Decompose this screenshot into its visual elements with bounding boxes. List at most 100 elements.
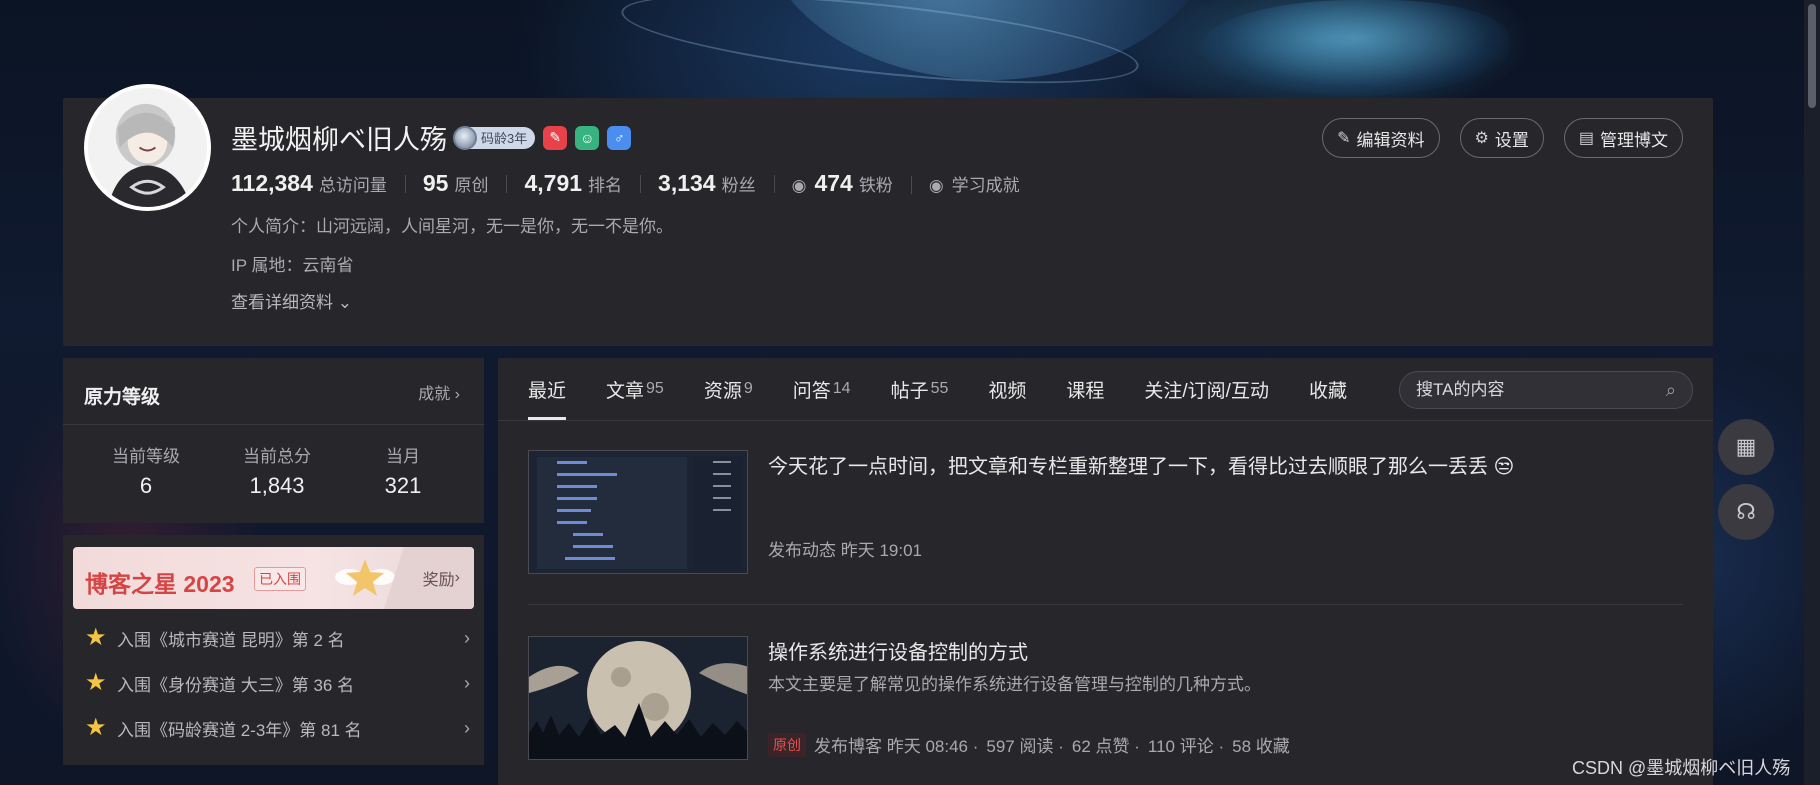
search-box: ⌕ (1399, 371, 1693, 409)
star-icon: ★ (85, 669, 107, 696)
tab-courses[interactable]: 课程 (1066, 358, 1104, 420)
stat-label: 原创 (454, 176, 489, 195)
edit-profile-button[interactable]: ✎ 编辑资料 (1322, 118, 1440, 158)
stat-iron-fans[interactable]: ◉ 474 铁粉 (773, 170, 911, 197)
edit-profile-label: 编辑资料 (1356, 130, 1425, 150)
stat-visits[interactable]: 112,384 总访问量 (231, 170, 405, 197)
tab-posts[interactable]: 帖子 55 (891, 358, 949, 420)
chevron-right-icon: › (464, 717, 470, 738)
tab-articles[interactable]: 文章 95 (606, 358, 664, 420)
edit-icon: ✎ (1337, 130, 1351, 147)
level-col-label: 当月 (386, 447, 420, 466)
eye-icon: ◉ (928, 176, 944, 195)
divider (498, 420, 1713, 421)
tab-follow[interactable]: 关注/订阅/互动 (1144, 358, 1269, 420)
reward-label: 奖励 (422, 572, 455, 589)
tab-label: 文章 (606, 380, 645, 402)
scrollbar-thumb[interactable] (1808, 4, 1816, 108)
post-favorites: 58 收藏 (1232, 737, 1290, 756)
chevron-right-icon: › (454, 569, 460, 586)
manage-posts-label: 管理博文 (1600, 130, 1668, 150)
award-item[interactable]: ★ 入围《码龄赛道 2-3年》第 81 名 › (85, 713, 470, 743)
tab-videos[interactable]: 视频 (988, 358, 1026, 420)
male-icon[interactable]: ♂ (607, 125, 632, 150)
green-badge-icon[interactable]: ☺ (575, 125, 600, 150)
post-thumbnail[interactable] (528, 636, 748, 760)
stat-rank[interactable]: 4,791 排名 (506, 170, 640, 197)
stat-value: 3,134 (658, 170, 716, 196)
page-scrollbar[interactable] (1804, 0, 1820, 785)
manage-posts-button[interactable]: ▤ 管理博文 (1563, 118, 1683, 158)
search-icon[interactable]: ⌕ (1666, 380, 1676, 401)
name-row: 墨城烟柳ベ旧人殇 码龄3年 ✎ ☺ ♂ (231, 118, 632, 157)
moon-forest-image (529, 637, 747, 759)
red-badge-icon[interactable]: ✎ (543, 125, 568, 150)
level-col-value: 321 (384, 473, 422, 498)
stat-label: 铁粉 (858, 176, 893, 195)
avatar[interactable] (84, 84, 211, 211)
search-input[interactable] (1416, 380, 1666, 400)
tab-recent[interactable]: 最近 (528, 358, 567, 420)
award-label: 入围《码龄赛道 2-3年》第 81 名 (117, 720, 362, 740)
reward-button[interactable]: 奖励 › (384, 547, 474, 609)
stat-fans[interactable]: 3,134 粉丝 (640, 170, 774, 197)
code-age-badge[interactable]: 码龄3年 (453, 125, 536, 150)
post-title[interactable]: 操作系统进行设备控制的方式 (768, 636, 1028, 665)
post-publish-info: 发布博客 昨天 08:46 · (814, 737, 979, 756)
achievement-label: 学习成就 (951, 176, 1020, 195)
stat-label: 排名 (588, 176, 623, 195)
settings-button[interactable]: ⚙ 设置 (1459, 118, 1544, 158)
divider (528, 604, 1683, 605)
profile-actions: ✎ 编辑资料 ⚙ 设置 ▤ 管理博文 (1322, 118, 1683, 158)
settings-label: 设置 (1494, 130, 1529, 150)
post-comments: 110 评论 · (1147, 737, 1225, 756)
post-meta: 发布动态 昨天 19:01 (768, 536, 922, 561)
level-col-label: 当前等级 (112, 447, 180, 466)
customer-service-button[interactable]: ☊ (1718, 484, 1774, 540)
level-total: 当前总分 1,843 (229, 442, 325, 499)
tab-count: 9 (743, 380, 753, 397)
level-title: 原力等级 (84, 387, 161, 408)
blog-star-title: 博客之星 2023 (85, 571, 235, 597)
level-current: 当前等级 6 (63, 442, 229, 499)
tab-favorites[interactable]: 收藏 (1309, 358, 1347, 420)
eye-icon: ◉ (791, 176, 807, 195)
award-item[interactable]: ★ 入围《身份赛道 大三》第 36 名 › (85, 668, 470, 698)
stat-value: 95 (422, 170, 449, 196)
achievement-link[interactable]: 成就 › (418, 380, 460, 404)
post-thumbnail[interactable] (528, 450, 748, 574)
tab-qa[interactable]: 问答 14 (793, 358, 851, 420)
post-item[interactable]: 今天花了一点时间，把文章和专栏重新整理了一下，看得比过去顺眼了那么一丢丢 😒 发… (528, 450, 1683, 580)
chevron-down-icon: ⌄ (333, 293, 352, 312)
winged-star-icon (335, 559, 395, 596)
achievement-link-label: 成就 (418, 386, 451, 403)
tab-label: 问答 (792, 380, 831, 402)
stat-label: 总访问量 (318, 176, 387, 195)
tab-resources[interactable]: 资源 9 (704, 358, 753, 420)
content-panel: 最近 文章 95 资源 9 问答 14 帖子 55 视频 课程 关注/订阅/互动 收藏 … (498, 358, 1713, 785)
award-item[interactable]: ★ 入围《城市赛道 昆明》第 2 名 › (85, 623, 470, 653)
level-stats: 当前等级 6 当前总分 1,843 当月 321 (63, 442, 484, 499)
star-icon: ★ (85, 624, 107, 651)
level-col-value: 6 (139, 473, 153, 498)
view-details-link[interactable]: 查看详细资料 ⌄ (231, 288, 352, 313)
qr-code-button[interactable]: ▦ (1718, 419, 1774, 475)
stat-value: 112,384 (231, 170, 313, 196)
award-label: 入围《城市赛道 昆明》第 2 名 (117, 630, 345, 650)
stat-achievement[interactable]: ◉ 学习成就 (910, 171, 1038, 196)
shortlisted-tag: 已入围 (254, 567, 306, 591)
stat-label: 粉丝 (721, 176, 756, 195)
post-item[interactable]: 操作系统进行设备控制的方式 本文主要是了解常见的操作系统进行设备管理与控制的几种… (528, 636, 1683, 766)
tab-label: 帖子 (890, 380, 929, 402)
tab-count: 95 (646, 380, 664, 397)
stat-value: 4,791 (524, 170, 583, 196)
chevron-right-icon: › (450, 386, 460, 403)
headset-icon: ☊ (1736, 499, 1756, 524)
post-title[interactable]: 今天花了一点时间，把文章和专栏重新整理了一下，看得比过去顺眼了那么一丢丢 😒 (768, 450, 1514, 479)
screenshot-thumbnail-image (529, 451, 747, 573)
tab-label: 资源 (703, 380, 742, 402)
tab-label: 最近 (528, 380, 567, 402)
blog-star-banner[interactable]: 博客之星 2023 已入围 奖励 › (73, 547, 474, 609)
chevron-right-icon: › (464, 672, 470, 693)
stat-original[interactable]: 95 原创 (404, 170, 507, 197)
